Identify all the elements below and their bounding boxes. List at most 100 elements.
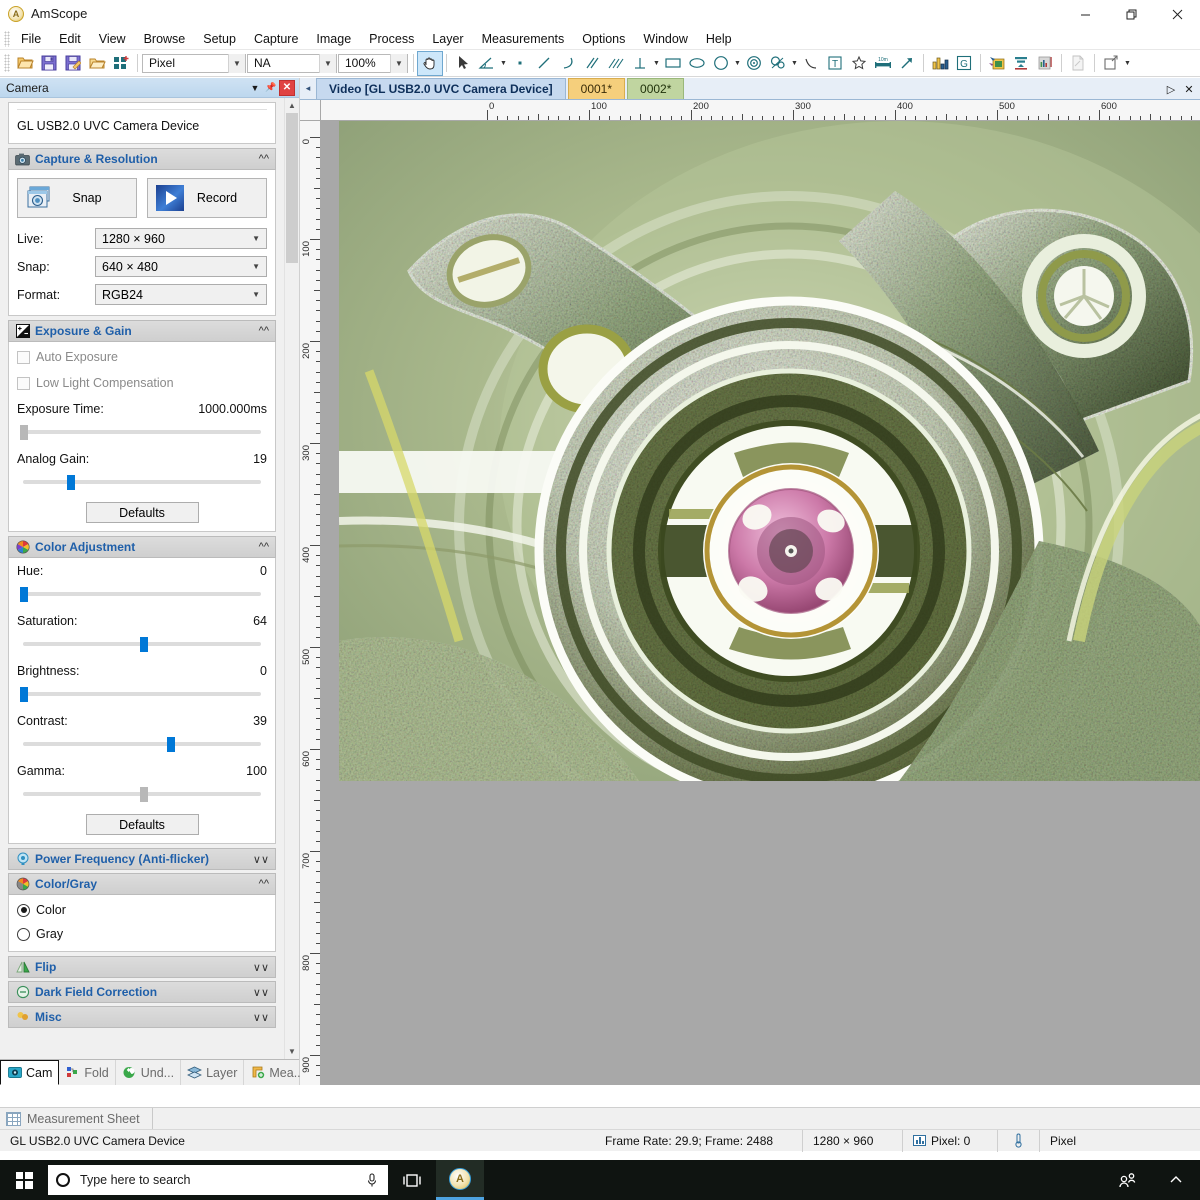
menu-capture[interactable]: Capture [245,30,307,48]
radio-color[interactable]: Color [17,903,267,917]
group-header-flip[interactable]: Flip ∨∨ [8,956,276,978]
slider-thumb[interactable] [140,637,148,652]
microphone-icon[interactable] [364,1173,380,1188]
batch-icon[interactable] [109,52,133,75]
exposure-time-slider[interactable] [17,424,267,440]
taskbar-search-box[interactable]: Type here to search [48,1165,388,1195]
taskbar-app-amscope[interactable]: A [436,1160,484,1200]
perpendicular-icon[interactable] [628,52,652,75]
export-dropdown-icon[interactable]: ▼ [1123,52,1132,75]
chevron-up-icon[interactable]: ^^ [259,878,269,890]
tab-scroll-left-icon[interactable]: ◂ [300,77,316,99]
panel-dropdown-icon[interactable]: ▼ [247,80,263,96]
rectangle-icon[interactable] [661,52,685,75]
live-video-frame[interactable] [339,121,1200,781]
sidebar-tab-cam[interactable]: Cam [0,1060,59,1085]
save-icon[interactable] [37,52,61,75]
grid-calibration-icon[interactable]: G [952,52,976,75]
chevron-down-icon[interactable]: ∨∨ [253,986,269,999]
panel-close-icon[interactable]: ✕ [279,80,295,96]
report-icon[interactable] [1066,52,1090,75]
snap-resolution-combo[interactable]: 640 × 480 ▼ [95,256,267,277]
slider-thumb[interactable] [167,737,175,752]
menu-help[interactable]: Help [697,30,741,48]
menu-process[interactable]: Process [360,30,423,48]
save-as-icon[interactable] [61,52,85,75]
slider-thumb[interactable] [20,425,28,440]
group-header-power-frequency[interactable]: Power Frequency (Anti-flicker) ∨∨ [8,848,276,870]
scrollbar-thumb[interactable] [286,113,298,263]
menu-measurements[interactable]: Measurements [473,30,574,48]
parallel-icon[interactable] [580,52,604,75]
chevron-up-icon[interactable]: ^^ [259,541,269,553]
document-close-icon[interactable]: ✕ [1180,78,1198,100]
chevron-down-icon[interactable]: ▼ [390,54,407,73]
line-icon[interactable] [532,52,556,75]
chevron-down-icon[interactable]: ∨∨ [253,961,269,974]
analog-gain-slider[interactable] [17,474,267,490]
format-combo[interactable]: RGB24 ▼ [95,284,267,305]
chevron-down-icon[interactable]: ▼ [319,54,336,73]
concentric-circle-icon[interactable] [742,52,766,75]
sidebar-tab-undo[interactable]: Und... [116,1060,181,1085]
group-header-exposure-gain[interactable]: Exposure & Gain ^^ [8,320,276,342]
panel-pin-icon[interactable]: 📌 [263,80,279,96]
people-icon[interactable] [1104,1160,1152,1200]
brightness-slider[interactable] [17,686,267,702]
tab-scroll-right-icon[interactable]: ▷ [1162,78,1180,100]
parallel-multi-icon[interactable] [604,52,628,75]
circle-icon[interactable] [709,52,733,75]
contrast-slider[interactable] [17,736,267,752]
perpendicular-dropdown-icon[interactable]: ▼ [652,52,661,75]
live-resolution-combo[interactable]: 1280 × 960 ▼ [95,228,267,249]
menu-view[interactable]: View [90,30,135,48]
angle-dropdown-icon[interactable]: ▼ [499,52,508,75]
menu-layer[interactable]: Layer [423,30,472,48]
maximize-button[interactable] [1108,0,1154,28]
slider-thumb[interactable] [67,475,75,490]
group-header-misc[interactable]: Misc ∨∨ [8,1006,276,1028]
low-light-compensation-checkbox[interactable]: Low Light Compensation [17,376,267,390]
chevron-down-icon[interactable]: ∨∨ [253,853,269,866]
zoom-combo[interactable]: 100% ▼ [338,54,408,73]
slider-thumb[interactable] [20,587,28,602]
menu-edit[interactable]: Edit [50,30,90,48]
arc-curve-icon[interactable] [799,52,823,75]
layer-export-icon[interactable] [985,52,1009,75]
saturation-slider[interactable] [17,636,267,652]
menu-browse[interactable]: Browse [135,30,195,48]
menu-options[interactable]: Options [573,30,634,48]
sidebar-tab-layer[interactable]: Layer [181,1060,244,1085]
chevron-down-icon[interactable]: ▼ [228,54,245,73]
menu-setup[interactable]: Setup [194,30,245,48]
scroll-down-icon[interactable]: ▼ [285,1044,299,1059]
merge-layers-icon[interactable] [1009,52,1033,75]
angle-icon[interactable] [475,52,499,75]
record-button[interactable]: Record [147,178,267,218]
scrollbar-track[interactable] [285,113,299,1044]
group-header-dark-field-correction[interactable]: Dark Field Correction ∨∨ [8,981,276,1003]
point-icon[interactable] [508,52,532,75]
start-button[interactable] [0,1160,48,1200]
sidebar-tab-fold[interactable]: Fold [59,1060,115,1085]
show-hidden-icons-icon[interactable] [1152,1160,1200,1200]
unit-combo[interactable]: Pixel ▼ [142,54,246,73]
exposure-defaults-button[interactable]: Defaults [86,502,199,523]
chevron-up-icon[interactable]: ^^ [259,153,269,165]
arc-icon[interactable] [556,52,580,75]
auto-exposure-checkbox[interactable]: Auto Exposure [17,350,267,364]
annulus-icon[interactable] [766,52,790,75]
horizontal-ruler[interactable]: 010020030040050060070 [321,100,1200,121]
open-file-icon[interactable] [13,52,37,75]
menu-image[interactable]: Image [307,30,360,48]
group-header-color-gray[interactable]: Color/Gray ^^ [8,873,276,895]
hue-slider[interactable] [17,586,267,602]
document-tab-0001[interactable]: 0001* [568,78,625,99]
camera-panel-scrollbar[interactable]: ▲ ▼ [284,98,299,1059]
scalebar-icon[interactable]: 10m [871,52,895,75]
calibration-combo[interactable]: NA ▼ [247,54,337,73]
histogram-icon[interactable] [928,52,952,75]
menu-file[interactable]: File [12,30,50,48]
color-defaults-button[interactable]: Defaults [86,814,199,835]
document-tab-video[interactable]: Video [GL USB2.0 UVC Camera Device] [316,78,566,99]
